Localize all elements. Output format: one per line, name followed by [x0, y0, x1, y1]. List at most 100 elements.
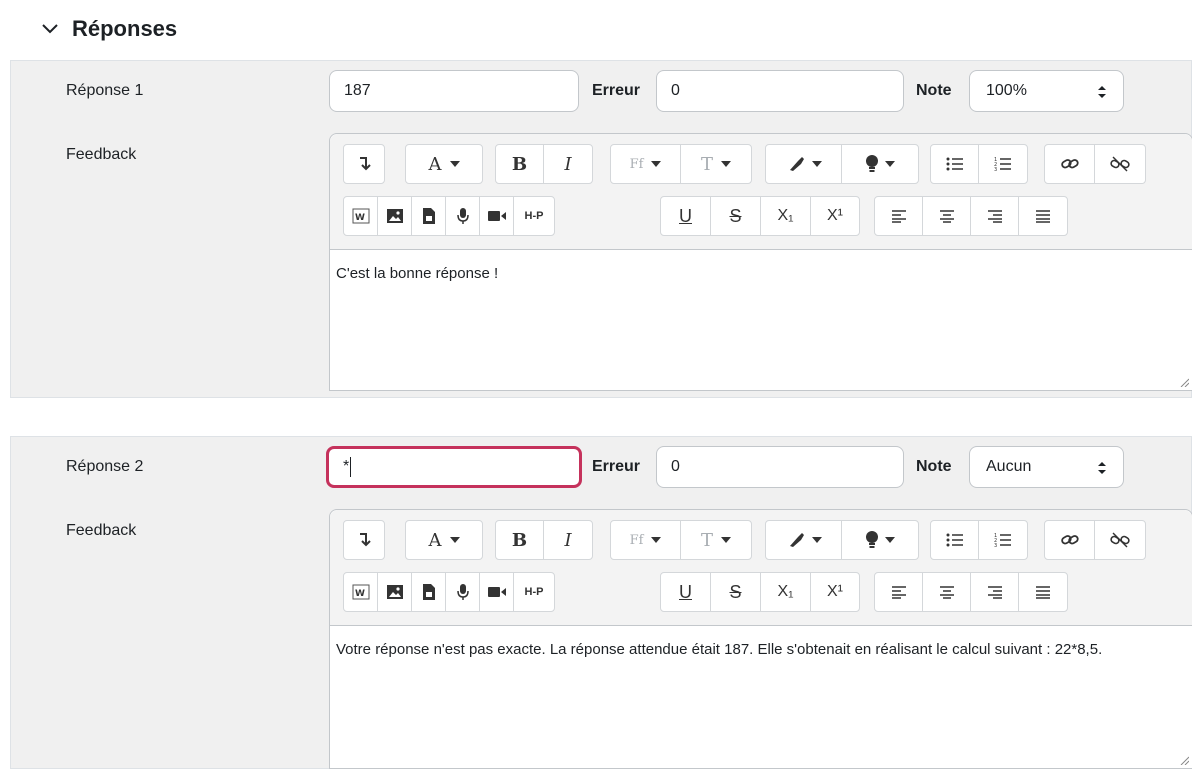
- bullet-list-icon[interactable]: [931, 521, 979, 559]
- superscript-icon[interactable]: X¹: [811, 197, 859, 235]
- editor-toolbar: A B I Ff T 1 2 3 W H-P U S X₁ X¹: [330, 510, 1192, 626]
- feedback-editor: A B I Ff T: [329, 133, 1192, 391]
- svg-text:3: 3: [994, 167, 997, 172]
- show-more-icon[interactable]: [344, 145, 384, 183]
- wiris-icon[interactable]: W: [344, 573, 378, 611]
- font-family-icon[interactable]: Ff: [611, 145, 681, 183]
- show-more-icon[interactable]: [344, 521, 384, 559]
- feedback-label: Feedback: [66, 522, 137, 539]
- toolbar-group: U S X₁ X¹: [660, 572, 860, 612]
- align-left-icon[interactable]: [875, 573, 923, 611]
- font-color-icon[interactable]: A: [406, 521, 482, 559]
- bulb-icon[interactable]: [842, 145, 918, 183]
- italic-icon[interactable]: I: [544, 521, 592, 559]
- feedback-label: Feedback: [66, 146, 137, 163]
- align-right-icon[interactable]: [971, 573, 1019, 611]
- video-icon[interactable]: [480, 197, 514, 235]
- microphone-icon[interactable]: [446, 197, 480, 235]
- file-icon[interactable]: [412, 573, 446, 611]
- toolbar-group: A: [405, 520, 483, 560]
- bold-icon[interactable]: B: [496, 521, 544, 559]
- feedback-editor: A B I Ff T: [329, 509, 1192, 769]
- answer-input[interactable]: 187: [329, 70, 579, 112]
- image-icon[interactable]: [378, 197, 412, 235]
- strikethrough-icon[interactable]: S: [711, 573, 761, 611]
- toolbar-group: 123: [930, 520, 1028, 560]
- image-icon[interactable]: [378, 573, 412, 611]
- font-family-icon[interactable]: Ff: [611, 521, 681, 559]
- text-caret: [350, 457, 352, 477]
- toolbar-group: U S X₁ X¹: [660, 196, 860, 236]
- feedback-text-area[interactable]: Votre réponse n'est pas exacte. La répon…: [330, 626, 1192, 768]
- bullet-list-icon[interactable]: [931, 145, 979, 183]
- toolbar-group: [343, 144, 385, 184]
- toolbar-group: [1044, 520, 1146, 560]
- video-icon[interactable]: [480, 573, 514, 611]
- resize-handle-icon[interactable]: [1179, 755, 1189, 765]
- note-select[interactable]: Aucun: [969, 446, 1124, 488]
- font-size-icon[interactable]: T: [681, 145, 751, 183]
- h5p-icon[interactable]: H-P: [514, 573, 554, 611]
- toolbar-group: [1044, 144, 1146, 184]
- erreur-label: Erreur: [592, 82, 641, 99]
- underline-icon[interactable]: U: [661, 197, 711, 235]
- align-left-icon[interactable]: [875, 197, 923, 235]
- answer-panel-1: Réponse 1 187 Erreur 0 Note 100% Feedbac…: [10, 60, 1192, 398]
- brush-icon[interactable]: [766, 145, 842, 183]
- toolbar-group: Ff T: [610, 520, 752, 560]
- note-label: Note: [916, 82, 952, 99]
- toolbar-group: 123: [930, 144, 1028, 184]
- feedback-text-area[interactable]: C'est la bonne réponse !: [330, 250, 1192, 390]
- align-right-icon[interactable]: [971, 197, 1019, 235]
- note-select-value: 100%: [986, 82, 1027, 99]
- align-center-icon[interactable]: [923, 573, 971, 611]
- section-header[interactable]: Réponses: [36, 12, 177, 46]
- toolbar-group: [765, 520, 919, 560]
- chevron-down-icon[interactable]: [36, 15, 64, 43]
- toolbar-group: [765, 144, 919, 184]
- strikethrough-icon[interactable]: S: [711, 197, 761, 235]
- select-arrows-icon: [1098, 86, 1106, 98]
- h5p-icon[interactable]: H-P: [514, 197, 554, 235]
- toolbar-group: [874, 196, 1068, 236]
- font-size-label: T: [700, 153, 713, 175]
- toolbar-group: W H-P: [343, 572, 555, 612]
- align-justify-icon[interactable]: [1019, 197, 1067, 235]
- wiris-icon[interactable]: W: [344, 197, 378, 235]
- link-icon[interactable]: [1045, 521, 1095, 559]
- toolbar-group: W H-P: [343, 196, 555, 236]
- microphone-icon[interactable]: [446, 573, 480, 611]
- numbered-list-icon[interactable]: 123: [979, 145, 1027, 183]
- font-size-label: T: [700, 529, 713, 551]
- feedback-text: Votre réponse n'est pas exacte. La répon…: [336, 641, 1103, 658]
- unlink-icon[interactable]: [1095, 521, 1145, 559]
- answer-label: Réponse 1: [66, 82, 144, 99]
- svg-text:3: 3: [994, 543, 997, 548]
- font-color-label: A: [428, 153, 442, 175]
- align-center-icon[interactable]: [923, 197, 971, 235]
- answer-panel-2: Réponse 2 * Erreur 0 Note Aucun Feedback…: [10, 436, 1192, 769]
- subscript-icon[interactable]: X₁: [761, 573, 811, 611]
- underline-icon[interactable]: U: [661, 573, 711, 611]
- resize-handle-icon[interactable]: [1179, 377, 1189, 387]
- numbered-list-icon[interactable]: 123: [979, 521, 1027, 559]
- brush-icon[interactable]: [766, 521, 842, 559]
- erreur-input[interactable]: 0: [656, 446, 904, 488]
- section-title: Réponses: [72, 16, 178, 41]
- font-size-icon[interactable]: T: [681, 521, 751, 559]
- font-color-icon[interactable]: A: [406, 145, 482, 183]
- superscript-icon[interactable]: X¹: [811, 573, 859, 611]
- subscript-icon[interactable]: X₁: [761, 197, 811, 235]
- link-icon[interactable]: [1045, 145, 1095, 183]
- font-color-label: A: [428, 529, 442, 551]
- toolbar-group: B I: [495, 144, 593, 184]
- answer-input[interactable]: *: [326, 446, 582, 488]
- align-justify-icon[interactable]: [1019, 573, 1067, 611]
- unlink-icon[interactable]: [1095, 145, 1145, 183]
- file-icon[interactable]: [412, 197, 446, 235]
- bulb-icon[interactable]: [842, 521, 918, 559]
- note-select[interactable]: 100%: [969, 70, 1124, 112]
- erreur-input[interactable]: 0: [656, 70, 904, 112]
- italic-icon[interactable]: I: [544, 145, 592, 183]
- bold-icon[interactable]: B: [496, 145, 544, 183]
